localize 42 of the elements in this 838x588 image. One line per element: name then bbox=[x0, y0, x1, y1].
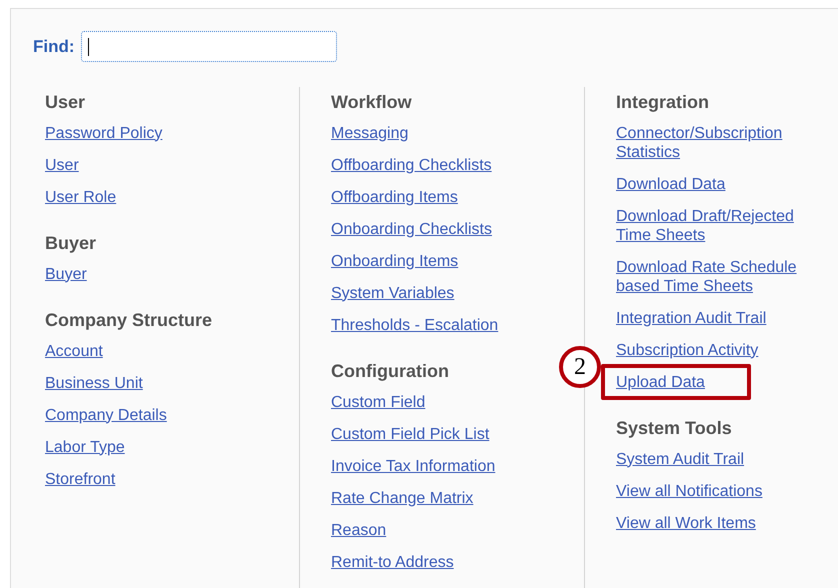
menu-link[interactable]: Onboarding Items bbox=[331, 252, 458, 270]
menu-link[interactable]: User Role bbox=[45, 188, 116, 206]
menu-link[interactable]: Connector/Subscription Statistics bbox=[616, 124, 821, 162]
menu-link[interactable]: Account bbox=[45, 342, 103, 360]
menu-link[interactable]: Business Unit bbox=[45, 374, 143, 392]
menu-link[interactable]: Integration Audit Trail bbox=[616, 308, 766, 328]
section-heading: Company Structure bbox=[45, 308, 212, 332]
menu-link[interactable]: Download Rate Schedule based Time Sheets bbox=[616, 258, 821, 296]
section-heading: System Tools bbox=[616, 416, 732, 440]
find-field[interactable] bbox=[80, 31, 337, 62]
section-heading: Configuration bbox=[331, 360, 449, 383]
menu-link[interactable]: Onboarding Checklists bbox=[331, 220, 492, 238]
section-heading: Workflow bbox=[331, 90, 412, 114]
menu-link[interactable]: Offboarding Checklists bbox=[331, 156, 492, 174]
menu-link[interactable]: Custom Field bbox=[331, 392, 426, 412]
menu-link[interactable]: Reason bbox=[331, 520, 386, 540]
menu-link[interactable]: Subscription Activity bbox=[616, 340, 758, 360]
menu-link[interactable]: Thresholds - Escalation bbox=[331, 316, 498, 334]
menu-link[interactable]: User bbox=[45, 156, 79, 174]
section-heading: Integration bbox=[616, 90, 709, 114]
menu-link[interactable]: Company Details bbox=[45, 406, 167, 424]
menu-link[interactable]: Offboarding Items bbox=[331, 188, 458, 206]
menu-link[interactable]: Invoice Tax Information bbox=[331, 456, 496, 476]
menu-link[interactable]: Remit-to Address bbox=[331, 552, 454, 572]
menu-link[interactable]: Rate Change Matrix bbox=[331, 488, 474, 508]
menu-link[interactable]: Custom Field Pick List bbox=[331, 424, 490, 444]
section-heading: Buyer bbox=[45, 232, 96, 255]
menu-link[interactable]: Storefront bbox=[45, 470, 116, 488]
menu-link[interactable]: Upload Data bbox=[616, 372, 705, 392]
section-heading: User bbox=[45, 90, 86, 114]
step-marker: 2 bbox=[559, 346, 601, 388]
find-label: Find: bbox=[33, 36, 75, 58]
menu-link[interactable]: Buyer bbox=[45, 264, 87, 284]
menu-link[interactable]: View all Notifications bbox=[616, 482, 762, 500]
menu-link[interactable]: View all Work Items bbox=[616, 514, 756, 532]
menu-link[interactable]: Messaging bbox=[331, 124, 408, 142]
menu-link[interactable]: Download Draft/Rejected Time Sheets bbox=[616, 206, 821, 244]
menu-link[interactable]: Labor Type bbox=[45, 438, 125, 456]
menu-link[interactable]: Password Policy bbox=[45, 124, 162, 142]
menu-link[interactable]: System Variables bbox=[331, 284, 454, 302]
menu-link[interactable]: Download Data bbox=[616, 174, 726, 194]
menu-link[interactable]: System Audit Trail bbox=[616, 450, 744, 468]
